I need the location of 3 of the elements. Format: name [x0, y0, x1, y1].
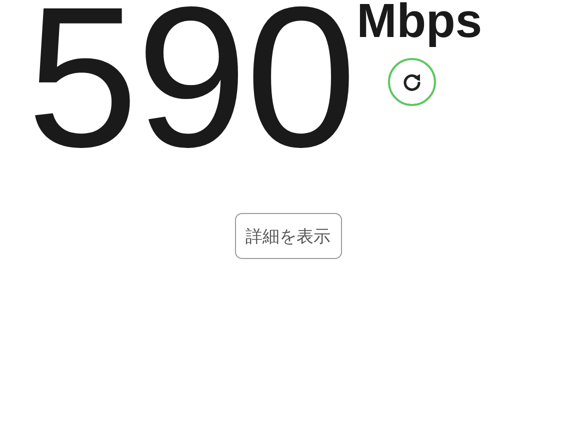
- show-details-button[interactable]: 詳細を表示: [234, 213, 342, 259]
- refresh-icon: [401, 71, 424, 94]
- speed-value: 590: [27, 0, 355, 156]
